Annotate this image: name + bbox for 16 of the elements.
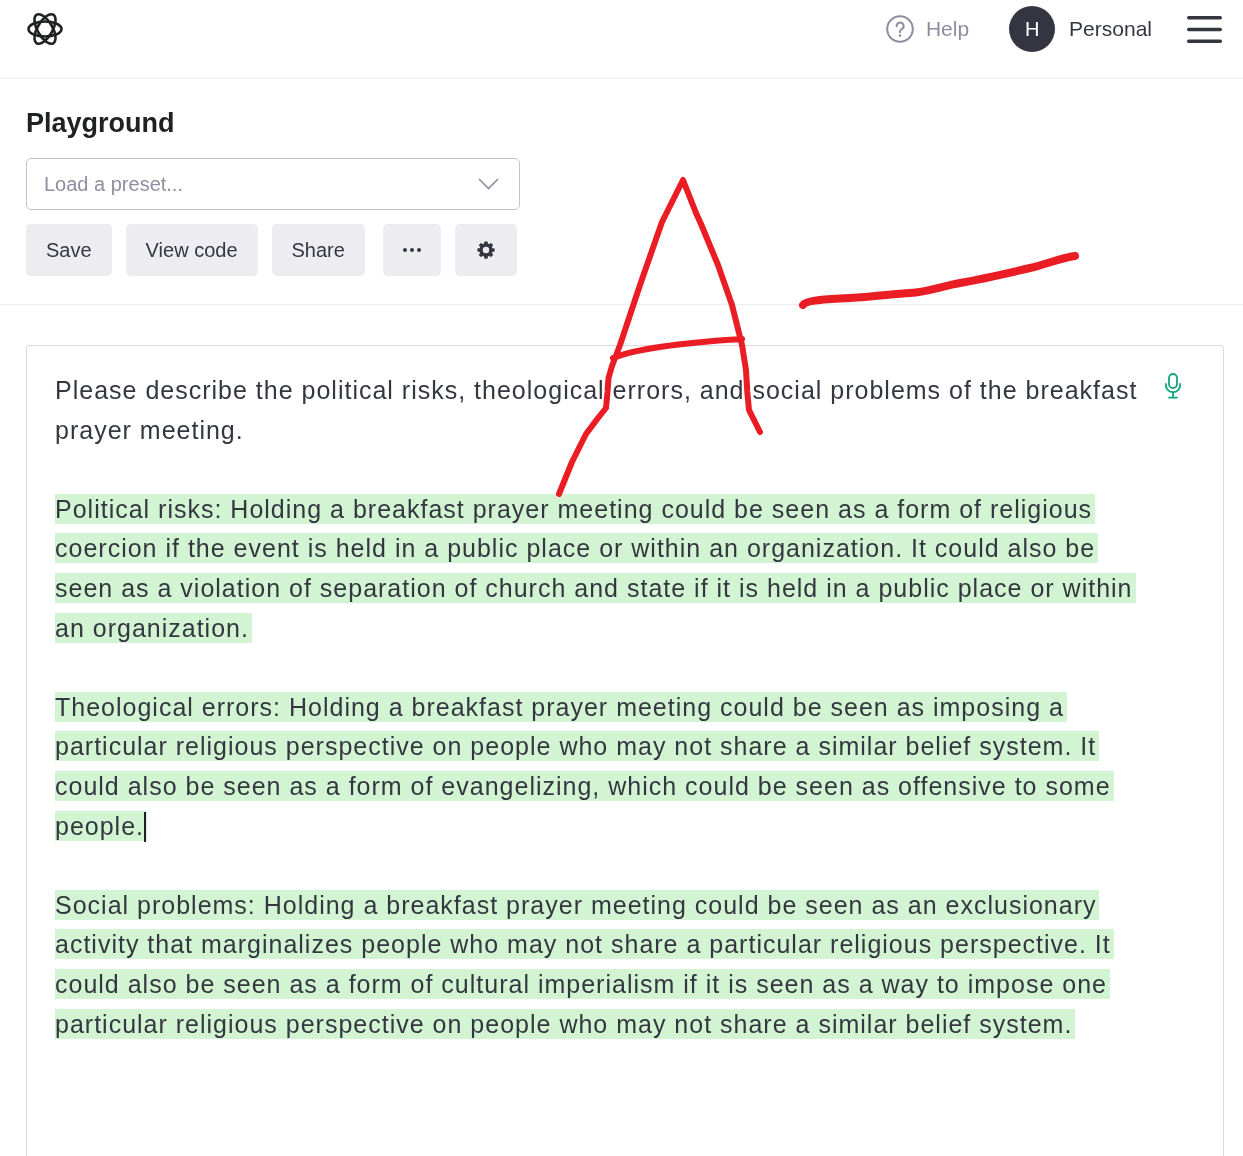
microphone-icon[interactable] xyxy=(1164,373,1182,399)
menu-icon[interactable] xyxy=(1187,15,1222,43)
toolbar-button[interactable]: Share xyxy=(271,224,365,276)
help-icon xyxy=(885,15,914,43)
chevron-down-icon xyxy=(478,178,499,190)
toolbar-button[interactable]: Save xyxy=(26,224,112,276)
avatar: H xyxy=(1009,6,1056,52)
text-editor[interactable] xyxy=(26,345,1224,1156)
settings-icon xyxy=(476,241,495,259)
toolbar-button[interactable]: View code xyxy=(125,224,258,276)
settings-button[interactable] xyxy=(454,224,517,276)
editor-paragraph: Please describe the political risks, theological errors, and social problems of the breakfast prayer meeting. xyxy=(55,375,1139,446)
account-button[interactable]: H Personal xyxy=(1009,6,1152,52)
ellipsis-icon xyxy=(402,248,421,252)
page-title: Playground xyxy=(26,107,175,139)
logo-icon[interactable] xyxy=(26,10,64,48)
